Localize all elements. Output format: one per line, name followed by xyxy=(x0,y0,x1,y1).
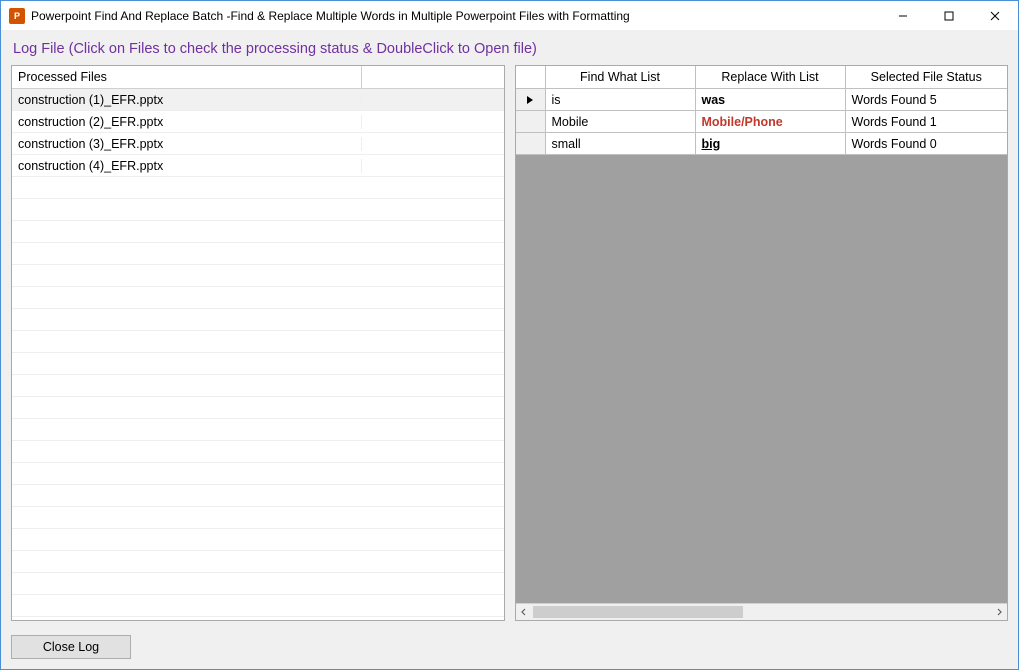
processed-file-row-blank xyxy=(12,243,504,265)
results-cell-find: is xyxy=(546,89,696,110)
page-heading: Log File (Click on Files to check the pr… xyxy=(1,31,1018,65)
results-cell-status: Words Found 1 xyxy=(846,111,1008,132)
processed-file-row-blank xyxy=(12,177,504,199)
results-empty-area xyxy=(516,156,1008,603)
processed-file-name: construction (1)_EFR.pptx xyxy=(12,93,362,107)
results-rows: iswasWords Found 5MobileMobile/PhoneWord… xyxy=(516,89,1008,155)
panels: Processed Files construction (1)_EFR.ppt… xyxy=(1,65,1018,629)
results-cell-find: small xyxy=(546,133,696,154)
maximize-icon xyxy=(944,11,954,21)
maximize-button[interactable] xyxy=(926,1,972,30)
processed-file-row-blank xyxy=(12,353,504,375)
results-header-status: Selected File Status xyxy=(846,66,1008,88)
processed-file-name: construction (3)_EFR.pptx xyxy=(12,137,362,151)
processed-file-row-blank xyxy=(12,375,504,397)
processed-file-name: construction (4)_EFR.pptx xyxy=(12,159,362,173)
processed-file-row-blank xyxy=(12,199,504,221)
results-cell-replace: Mobile/Phone xyxy=(696,111,846,132)
processed-file-name: construction (2)_EFR.pptx xyxy=(12,115,362,129)
scroll-thumb[interactable] xyxy=(533,606,743,618)
results-cell-status: Words Found 5 xyxy=(846,89,1008,110)
processed-files-header: Processed Files xyxy=(12,66,504,89)
scroll-left-button[interactable] xyxy=(516,604,533,621)
window-title: Powerpoint Find And Replace Batch -Find … xyxy=(31,9,880,23)
processed-file-row[interactable]: construction (4)_EFR.pptx xyxy=(12,155,504,177)
processed-file-row[interactable]: construction (3)_EFR.pptx xyxy=(12,133,504,155)
results-row[interactable]: MobileMobile/PhoneWords Found 1 xyxy=(516,111,1008,133)
results-row[interactable]: smallbigWords Found 0 xyxy=(516,133,1008,155)
results-wrap: Find What List Replace With List Selecte… xyxy=(516,66,1008,620)
processed-file-row-blank xyxy=(12,595,504,617)
processed-file-row-blank xyxy=(12,441,504,463)
processed-file-row-blank xyxy=(12,265,504,287)
processed-file-row[interactable]: construction (2)_EFR.pptx xyxy=(12,111,504,133)
processed-file-row-blank xyxy=(12,287,504,309)
processed-file-row-blank xyxy=(12,573,504,595)
close-icon xyxy=(990,11,1000,21)
content-area: Log File (Click on Files to check the pr… xyxy=(1,31,1018,669)
results-cell-status: Words Found 0 xyxy=(846,133,1008,154)
results-panel: Find What List Replace With List Selecte… xyxy=(515,65,1009,621)
chevron-left-icon xyxy=(520,608,528,616)
results-header-replace: Replace With List xyxy=(696,66,846,88)
results-scrollbar-horizontal[interactable] xyxy=(516,603,1008,620)
processed-file-row-blank xyxy=(12,485,504,507)
results-row-selector[interactable] xyxy=(516,89,546,110)
results-grid: Find What List Replace With List Selecte… xyxy=(516,66,1008,156)
results-header: Find What List Replace With List Selecte… xyxy=(516,66,1008,89)
results-header-find: Find What List xyxy=(546,66,696,88)
processed-files-header-spacer xyxy=(362,66,504,88)
processed-file-row-blank xyxy=(12,507,504,529)
titlebar[interactable]: P Powerpoint Find And Replace Batch -Fin… xyxy=(1,1,1018,31)
processed-files-header-label: Processed Files xyxy=(12,66,362,88)
results-cell-replace: was xyxy=(696,89,846,110)
processed-files-grid: Processed Files construction (1)_EFR.ppt… xyxy=(12,66,504,620)
processed-files-panel: Processed Files construction (1)_EFR.ppt… xyxy=(11,65,505,621)
close-log-button[interactable]: Close Log xyxy=(11,635,131,659)
processed-file-row-blank xyxy=(12,397,504,419)
window-controls xyxy=(880,1,1018,30)
current-row-icon xyxy=(525,95,535,105)
results-cell-replace: big xyxy=(696,133,846,154)
footer: Close Log xyxy=(1,629,1018,669)
processed-file-row[interactable]: construction (1)_EFR.pptx xyxy=(12,89,504,111)
results-cell-find: Mobile xyxy=(546,111,696,132)
close-button[interactable] xyxy=(972,1,1018,30)
processed-file-row-blank xyxy=(12,419,504,441)
results-row[interactable]: iswasWords Found 5 xyxy=(516,89,1008,111)
results-row-selector[interactable] xyxy=(516,111,546,132)
results-row-selector[interactable] xyxy=(516,133,546,154)
results-header-rowselect xyxy=(516,66,546,88)
app-icon: P xyxy=(9,8,25,24)
app-window: P Powerpoint Find And Replace Batch -Fin… xyxy=(0,0,1019,670)
processed-file-row-blank xyxy=(12,309,504,331)
minimize-button[interactable] xyxy=(880,1,926,30)
processed-file-row-blank xyxy=(12,529,504,551)
scroll-right-button[interactable] xyxy=(990,604,1007,621)
chevron-right-icon xyxy=(995,608,1003,616)
processed-file-row-blank xyxy=(12,551,504,573)
processed-file-row-blank xyxy=(12,463,504,485)
minimize-icon xyxy=(898,11,908,21)
processed-file-row-blank xyxy=(12,331,504,353)
processed-file-row-blank xyxy=(12,221,504,243)
processed-files-rows: construction (1)_EFR.pptx construction (2… xyxy=(12,89,504,620)
scroll-track[interactable] xyxy=(533,604,991,620)
